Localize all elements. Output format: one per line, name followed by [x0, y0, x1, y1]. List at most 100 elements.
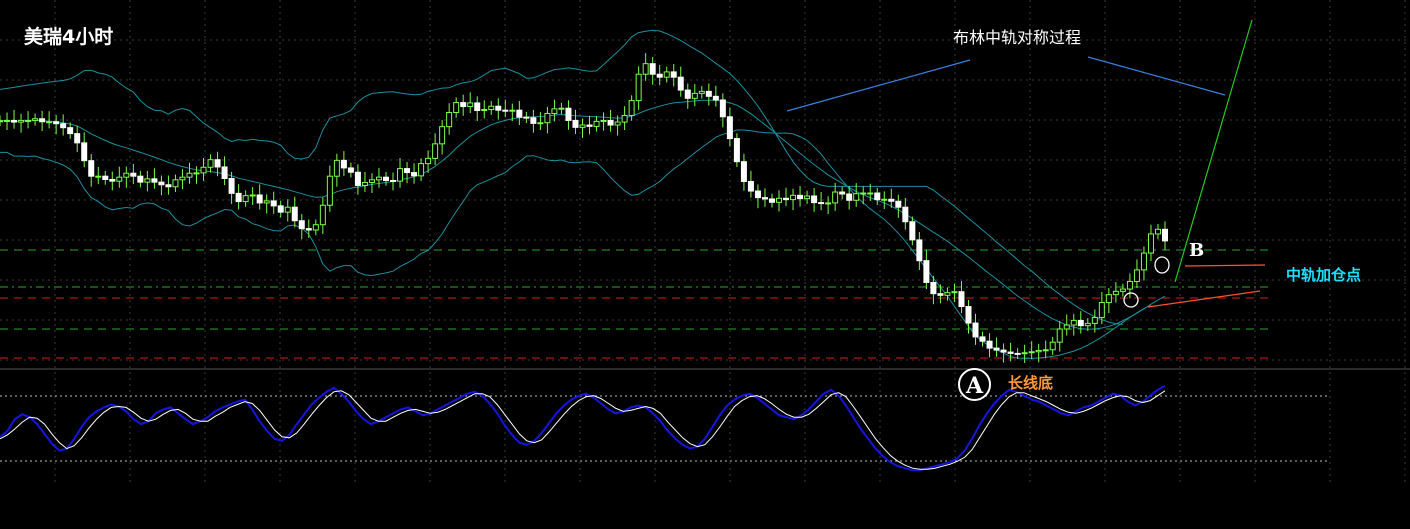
marker-a: A — [958, 368, 991, 401]
candle-body — [460, 102, 467, 108]
candle-body — [375, 176, 382, 181]
candle-body — [776, 197, 783, 203]
candle-body — [1084, 322, 1091, 327]
candle-body — [684, 89, 691, 99]
annotation-long-bottom: 长线底 — [1008, 374, 1054, 392]
candle-body — [537, 122, 544, 125]
candle-body — [256, 194, 263, 204]
candle-body — [811, 195, 818, 204]
candle-body — [902, 206, 909, 223]
chart-stage: 美瑞4小时 布林中轨对称过程 中轨加仓点 长线底 A B — [0, 0, 1410, 529]
candle-body — [11, 119, 18, 123]
candle-body — [137, 175, 144, 183]
arrow-orange-lower — [1147, 290, 1261, 308]
candle-body — [649, 63, 656, 75]
candle-body — [495, 105, 502, 111]
arrow-blue-right — [1087, 56, 1226, 96]
candle-body — [579, 124, 586, 128]
candle-body — [958, 291, 965, 308]
candle-body — [1098, 302, 1105, 318]
marker-b: B — [1189, 240, 1205, 261]
candle-body — [593, 120, 600, 127]
candle-body — [1035, 349, 1042, 353]
candle-body — [1077, 319, 1084, 327]
candle-body — [881, 198, 888, 201]
candle-body — [663, 71, 670, 78]
candle-body — [390, 179, 397, 182]
candle-body — [298, 220, 305, 230]
candle-body — [797, 194, 804, 200]
candle-body — [53, 121, 60, 125]
candle-body — [516, 109, 523, 118]
candle-body — [60, 123, 67, 129]
candle-body — [1162, 228, 1168, 242]
candle-body — [642, 63, 649, 75]
arrow-orange-upper — [1184, 264, 1266, 267]
marker-circle-mid — [1123, 292, 1139, 308]
candle-body — [32, 118, 39, 121]
candle-body — [607, 119, 614, 126]
candle-body — [284, 206, 291, 213]
candle-body — [81, 142, 88, 162]
trendline-green — [1174, 19, 1253, 283]
candle-body — [67, 127, 74, 135]
candle-body — [944, 292, 951, 296]
candle-body — [677, 76, 684, 91]
candle-body — [305, 228, 312, 231]
candle-body — [179, 176, 186, 181]
candle-body — [221, 166, 228, 179]
chart-title: 美瑞4小时 — [24, 26, 114, 48]
candle-body — [635, 73, 642, 102]
candle-body — [1147, 233, 1154, 254]
candle-body — [986, 340, 993, 349]
candle-body — [158, 181, 165, 186]
candle-body — [116, 176, 123, 182]
candle-body — [144, 178, 151, 183]
candle-body — [530, 117, 537, 124]
candle-body — [509, 109, 516, 112]
candle-body — [909, 221, 916, 241]
candle-body — [95, 175, 102, 178]
candle-body — [993, 347, 1000, 351]
candle-body — [965, 306, 972, 324]
candle-body — [916, 239, 923, 262]
candle-body — [656, 73, 663, 78]
candle-body — [411, 172, 418, 177]
candle-body — [1056, 328, 1063, 343]
candle-body — [712, 95, 719, 101]
candle-body — [123, 172, 130, 178]
arrow-blue-left — [786, 59, 971, 112]
candle-body — [761, 197, 768, 200]
candle-body — [242, 195, 249, 203]
candle-body — [481, 109, 488, 112]
candle-body — [207, 159, 214, 168]
candle-body — [172, 179, 179, 188]
annotation-symmetry: 布林中轨对称过程 — [953, 28, 1082, 47]
candle-body — [874, 192, 881, 201]
candle-body — [151, 178, 158, 183]
candle-body — [523, 116, 530, 119]
candle-body — [326, 175, 333, 206]
candle-body — [951, 291, 958, 294]
candle-body — [1042, 349, 1049, 352]
candle-body — [670, 71, 677, 78]
candle-body — [719, 99, 726, 118]
candle-body — [319, 204, 326, 226]
candle-body — [747, 180, 754, 192]
candle-body — [895, 200, 902, 208]
candle-body — [544, 112, 551, 124]
candle-body — [825, 202, 832, 205]
candle-body — [923, 260, 930, 283]
candle-body — [804, 195, 811, 200]
stoch-line-d — [0, 390, 1166, 470]
candle-body — [453, 102, 460, 113]
candle-body — [340, 159, 347, 169]
candle-body — [1126, 280, 1133, 290]
candle-body — [1049, 341, 1056, 351]
candle-body — [291, 206, 298, 222]
candle-body — [705, 90, 712, 97]
candle-body — [972, 322, 979, 338]
candle-body — [446, 112, 453, 128]
candle-body — [565, 107, 572, 121]
candle-body — [368, 179, 375, 183]
